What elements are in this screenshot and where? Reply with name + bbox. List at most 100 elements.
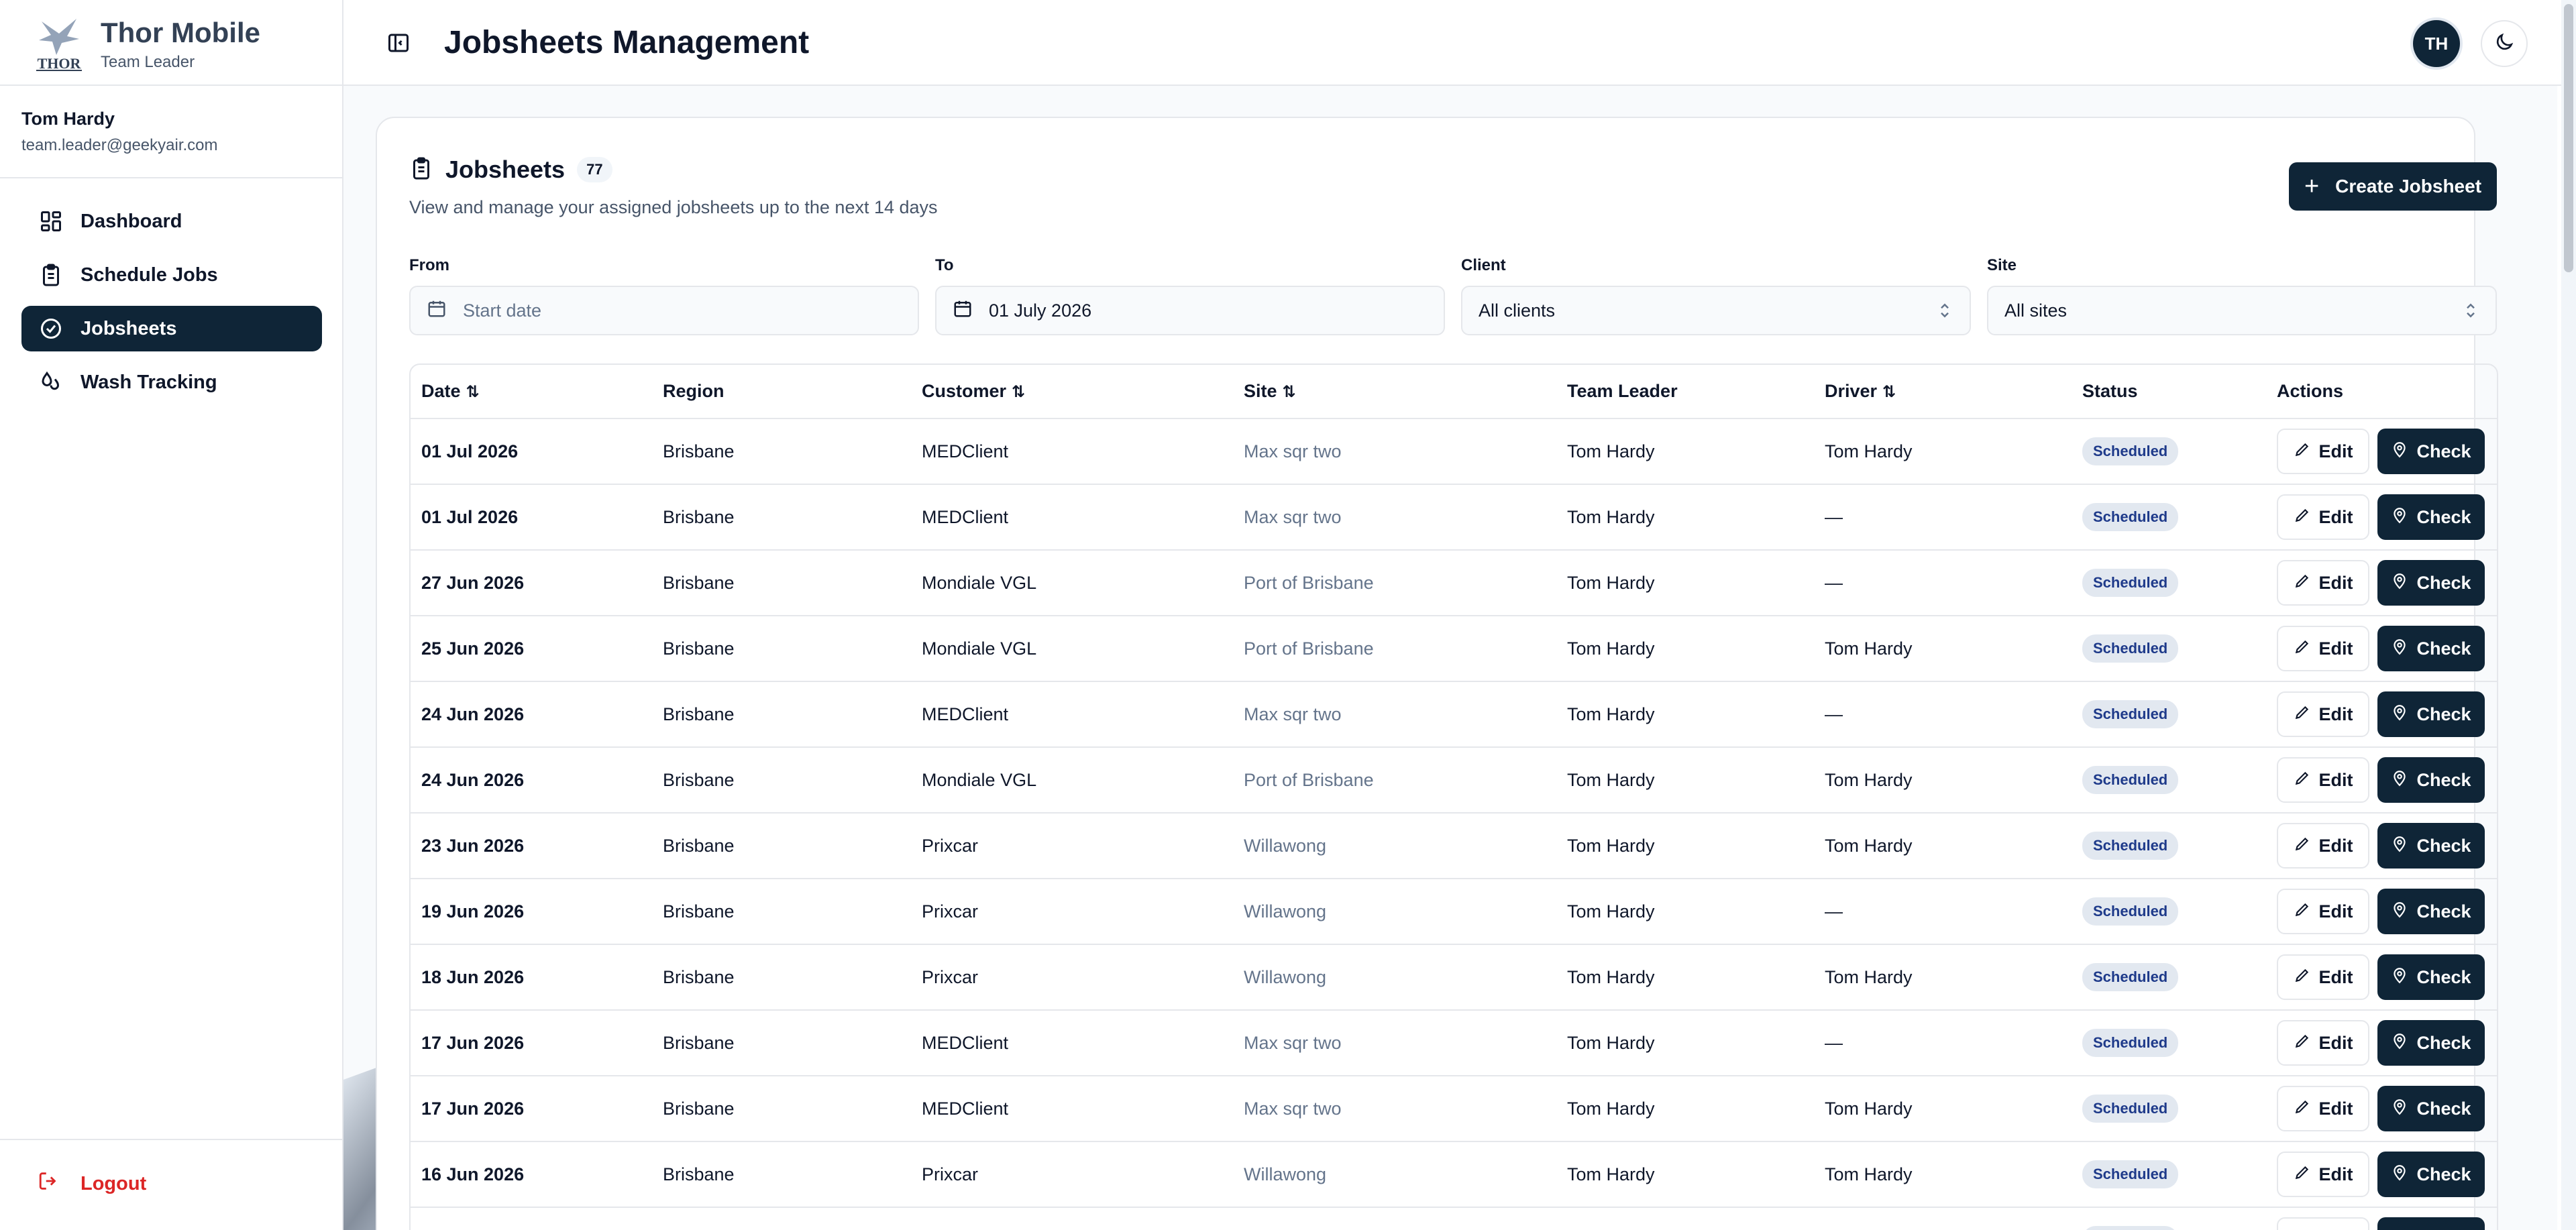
check-button[interactable]: Check — [2377, 560, 2485, 606]
from-date-field[interactable]: Start date — [409, 286, 919, 335]
edit-button[interactable]: Edit — [2277, 1152, 2369, 1197]
check-button[interactable]: Check — [2377, 691, 2485, 737]
sidebar-item-wash-tracking[interactable]: Wash Tracking — [21, 359, 322, 405]
edit-button[interactable]: Edit — [2277, 1217, 2369, 1230]
cell-status: Scheduled — [2072, 1207, 2266, 1230]
card-header: Jobsheets 77 — [409, 156, 612, 184]
edit-button[interactable]: Edit — [2277, 757, 2369, 803]
cell-site: Port of Brisbane — [1233, 616, 1556, 682]
scrollbar-thumb[interactable] — [2564, 4, 2573, 272]
create-jobsheet-button[interactable]: + Create Jobsheet — [2289, 162, 2497, 211]
client-filter: Client All clients — [1461, 256, 1971, 335]
edit-button[interactable]: Edit — [2277, 691, 2369, 737]
table-row: Scheduled Edit Check — [411, 1207, 2497, 1230]
column-header-site[interactable]: Site ⇅ — [1233, 365, 1556, 419]
check-button[interactable]: Check — [2377, 494, 2485, 540]
cell-date: 01 Jul 2026 — [411, 418, 652, 485]
cell-customer: Mondiale VGL — [911, 747, 1233, 814]
sidebar-item-dashboard[interactable]: Dashboard — [21, 199, 322, 244]
cell-team-leader: Tom Hardy — [1556, 550, 1814, 616]
theme-toggle-button[interactable] — [2481, 20, 2528, 67]
check-button[interactable]: Check — [2377, 823, 2485, 869]
edit-button[interactable]: Edit — [2277, 626, 2369, 671]
edit-button[interactable]: Edit — [2277, 1086, 2369, 1131]
sidebar-item-jobsheets[interactable]: Jobsheets — [21, 306, 322, 351]
status-badge: Scheduled — [2082, 437, 2179, 465]
clipboard-icon — [38, 262, 64, 288]
column-header-customer[interactable]: Customer ⇅ — [911, 365, 1233, 419]
cell-customer: Prixcar — [911, 1141, 1233, 1208]
check-label: Check — [2416, 638, 2471, 659]
cell-actions: Edit Check — [2266, 484, 2497, 551]
client-select[interactable]: All clients — [1461, 286, 1971, 335]
pencil-icon — [2294, 835, 2319, 857]
column-header-date[interactable]: Date ⇅ — [411, 365, 652, 419]
cell-region: Brisbane — [652, 681, 911, 748]
pencil-icon — [2294, 572, 2319, 594]
edit-button[interactable]: Edit — [2277, 560, 2369, 606]
check-button[interactable]: Check — [2377, 626, 2485, 671]
sidebar-item-label: Wash Tracking — [80, 371, 217, 393]
sidebar-nav: Dashboard Schedule Jobs Jobsheets Wash T… — [21, 199, 322, 413]
check-button[interactable]: Check — [2377, 954, 2485, 1000]
pencil-icon — [2294, 901, 2319, 923]
logout-button[interactable]: Logout — [38, 1170, 146, 1198]
sort-icon: ⇅ — [1882, 383, 1896, 401]
check-button[interactable]: Check — [2377, 1086, 2485, 1131]
chevron-up-down-icon — [1935, 300, 1955, 325]
pencil-icon — [2294, 1098, 2319, 1120]
cell-customer: MEDClient — [911, 1010, 1233, 1076]
to-date-field[interactable]: 01 July 2026 — [935, 286, 1445, 335]
table-row: 01 Jul 2026 Brisbane MEDClient Max sqr two T… — [411, 418, 2497, 485]
edit-button[interactable]: Edit — [2277, 954, 2369, 1000]
table-row: 25 Jun 2026 Brisbane Mondiale VGL Port of B… — [411, 616, 2497, 682]
check-button[interactable]: Check — [2377, 1020, 2485, 1066]
check-label: Check — [2416, 572, 2471, 593]
check-button[interactable]: Check — [2377, 1152, 2485, 1197]
check-button[interactable]: Check — [2377, 889, 2485, 934]
status-badge: Scheduled — [2082, 634, 2179, 663]
sidebar-item-schedule-jobs[interactable]: Schedule Jobs — [21, 252, 322, 298]
cell-region: Brisbane — [652, 747, 911, 814]
site-select[interactable]: All sites — [1987, 286, 2497, 335]
count-badge: 77 — [577, 157, 612, 182]
cell-site: Max sqr two — [1233, 681, 1556, 748]
svg-text:THOR: THOR — [38, 55, 82, 72]
clipboard-icon — [409, 156, 433, 184]
pencil-icon — [2294, 638, 2319, 660]
cell-driver: — — [1814, 681, 2072, 748]
column-header-driver[interactable]: Driver ⇅ — [1814, 365, 2072, 419]
brand[interactable]: THOR Thor Mobile Team Leader — [32, 15, 260, 74]
check-button[interactable]: Check — [2377, 429, 2485, 474]
edit-button[interactable]: Edit — [2277, 889, 2369, 934]
edit-label: Edit — [2318, 572, 2353, 593]
edit-button[interactable]: Edit — [2277, 1020, 2369, 1066]
cell-status: Scheduled — [2072, 550, 2266, 616]
edit-button[interactable]: Edit — [2277, 494, 2369, 540]
edit-label: Edit — [2318, 441, 2353, 461]
cell-date: 17 Jun 2026 — [411, 1076, 652, 1142]
moon-icon — [2493, 32, 2515, 56]
cell-customer: MEDClient — [911, 681, 1233, 748]
page-scrollbar[interactable] — [2561, 0, 2576, 1230]
avatar[interactable]: TH — [2413, 20, 2460, 67]
edit-button[interactable]: Edit — [2277, 429, 2369, 474]
cell-status: Scheduled — [2072, 484, 2266, 551]
map-pin-icon — [2391, 506, 2416, 528]
map-pin-icon — [2391, 1098, 2416, 1120]
table-row: 24 Jun 2026 Brisbane Mondiale VGL Port of B… — [411, 747, 2497, 814]
status-badge: Scheduled — [2082, 766, 2179, 794]
sidebar-toggle-icon[interactable] — [386, 31, 411, 55]
check-circle-icon — [38, 315, 64, 342]
status-badge: Scheduled — [2082, 700, 2179, 728]
cell-site: Max sqr two — [1233, 1010, 1556, 1076]
edit-button[interactable]: Edit — [2277, 823, 2369, 869]
edit-label: Edit — [2318, 1098, 2353, 1119]
cell-date — [411, 1207, 652, 1230]
from-filter: From Start date — [409, 256, 919, 335]
divider — [0, 85, 343, 86]
cell-date: 17 Jun 2026 — [411, 1010, 652, 1076]
check-button[interactable]: Check — [2377, 757, 2485, 803]
check-button[interactable]: Check — [2377, 1217, 2485, 1230]
cell-region: Brisbane — [652, 944, 911, 1011]
